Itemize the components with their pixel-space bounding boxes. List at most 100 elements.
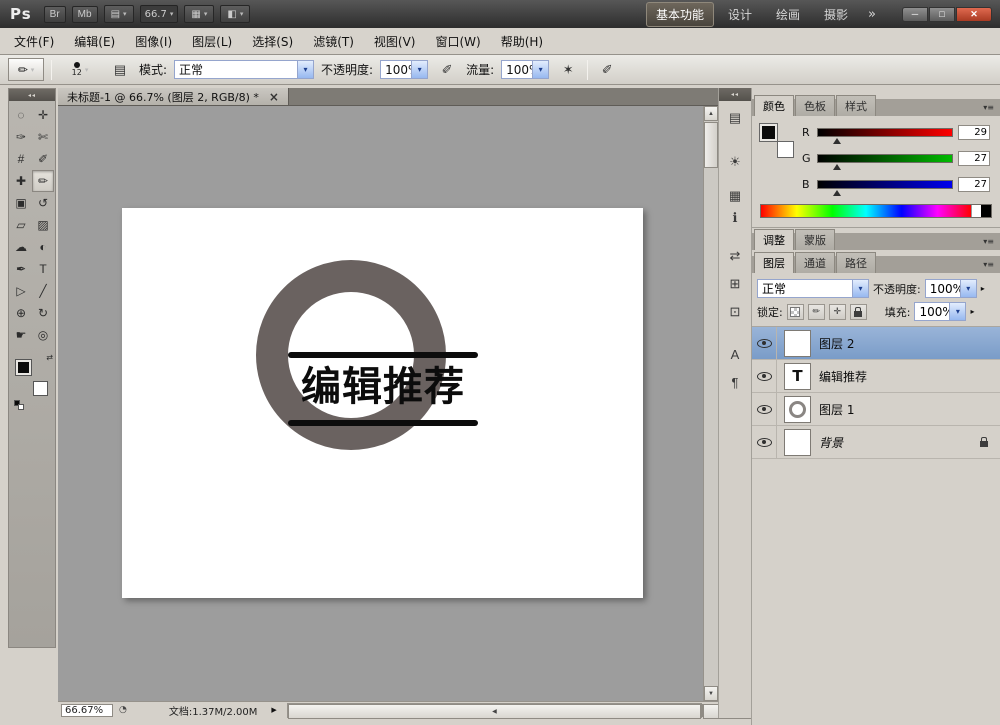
panel-menu-icon[interactable]: ▾≡ — [983, 103, 994, 112]
quick-selection-tool[interactable]: ✄ — [32, 126, 54, 148]
zoom-percentage-field[interactable]: 66.67% — [61, 704, 113, 717]
layer-row[interactable]: T 编辑推荐 — [752, 360, 1000, 393]
blend-mode-select[interactable]: 正常 ▾ — [757, 279, 869, 298]
chevron-down-icon[interactable]: ▾ — [852, 280, 868, 297]
move-tool[interactable]: ✛ — [32, 104, 54, 126]
workspace-painting[interactable]: 绘画 — [766, 2, 810, 27]
close-button[interactable]: ✕ — [956, 7, 992, 22]
tab-color[interactable]: 颜色 — [754, 95, 794, 116]
scroll-down-icon[interactable]: ▼ — [704, 686, 718, 701]
blur-tool[interactable]: ☁ — [10, 236, 32, 258]
menu-filter[interactable]: 滤镜(T) — [303, 28, 364, 55]
fill-select[interactable]: 100% ▾ — [914, 302, 966, 321]
rotate-3d-tool[interactable]: ⊕ — [10, 302, 32, 324]
ramp-white-swatch[interactable] — [971, 205, 981, 217]
layer-row[interactable]: 图层 1 — [752, 393, 1000, 426]
ramp-black-swatch[interactable] — [981, 205, 991, 217]
brush-panel-toggle[interactable]: ▤ — [108, 59, 132, 81]
tab-close-icon[interactable]: × — [269, 91, 279, 103]
pen-tool[interactable]: ✒ — [10, 258, 32, 280]
lock-transparent-pixels-button[interactable] — [787, 304, 804, 320]
document-tab[interactable]: 未标题-1 @ 66.7% (图层 2, RGB/8) * × — [58, 88, 289, 105]
color-spectrum-ramp[interactable] — [760, 204, 992, 218]
eraser-tool[interactable]: ▱ — [10, 214, 32, 236]
scrollbar-track[interactable] — [704, 168, 718, 686]
tab-channels[interactable]: 通道 — [795, 252, 835, 273]
layer-visibility-toggle[interactable] — [752, 426, 777, 458]
green-value-field[interactable]: 27 — [958, 151, 990, 166]
clone-stamp-tool[interactable]: ▣ — [10, 192, 32, 214]
vertical-scrollbar[interactable]: ▲ ▼ — [703, 106, 718, 701]
gradient-tool[interactable]: ▨ — [32, 214, 54, 236]
text-layer-thumbnail[interactable]: T — [784, 363, 811, 390]
tab-adjustments[interactable]: 调整 — [754, 229, 794, 250]
opacity-select[interactable]: 100% ▾ — [380, 60, 428, 79]
clone-source-panel-icon[interactable]: ⊡ — [722, 301, 748, 323]
chevron-down-icon[interactable]: ▾ — [949, 303, 965, 320]
blue-value-field[interactable]: 27 — [958, 177, 990, 192]
chevron-down-icon[interactable]: ▾ — [411, 61, 427, 78]
active-tool-button[interactable]: ✏ ▾ — [8, 58, 44, 81]
menu-view[interactable]: 视图(V) — [364, 28, 426, 55]
layer-visibility-toggle[interactable] — [752, 327, 777, 359]
layer-thumbnail[interactable] — [784, 429, 811, 456]
swap-colors-icon[interactable]: ⇄ — [46, 353, 53, 362]
path-selection-tool[interactable]: ▷ — [10, 280, 32, 302]
type-tool[interactable]: T — [32, 258, 54, 280]
tools-panel-collapse-button[interactable]: ◂◂ — [9, 89, 55, 101]
status-flyout-button[interactable]: ▶ — [271, 706, 276, 714]
eyedropper-tool[interactable]: ✐ — [32, 148, 54, 170]
tab-swatches[interactable]: 色板 — [795, 95, 835, 116]
red-value-field[interactable]: 29 — [958, 125, 990, 140]
mini-bridge-button[interactable]: Mb — [72, 6, 98, 23]
zoom-tool[interactable]: ◎ — [32, 324, 54, 346]
pressure-size-toggle-icon[interactable]: ✐ — [595, 59, 619, 81]
layer-thumbnail[interactable] — [784, 330, 811, 357]
brush-tool[interactable]: ✏ — [32, 170, 54, 192]
layer-visibility-toggle[interactable] — [752, 360, 777, 392]
panel-menu-icon[interactable]: ▾≡ — [983, 237, 994, 246]
spectrum-gradient[interactable] — [761, 205, 971, 217]
actions-panel-icon[interactable]: ⇄ — [722, 245, 748, 267]
blue-slider[interactable] — [817, 180, 953, 189]
bridge-button[interactable]: Br — [44, 6, 66, 23]
background-color-swatch[interactable] — [777, 141, 794, 158]
lock-image-pixels-button[interactable]: ✏ — [808, 304, 825, 320]
default-colors-icon[interactable] — [14, 400, 26, 410]
menu-help[interactable]: 帮助(H) — [491, 28, 553, 55]
rotate-view-tool[interactable]: ↻ — [32, 302, 54, 324]
expand-dock-button[interactable]: ◂◂ — [719, 88, 751, 101]
layer-opacity-select[interactable]: 100% ▾ — [925, 279, 977, 298]
workspace-design[interactable]: 设计 — [718, 2, 762, 27]
menu-file[interactable]: 文件(F) — [4, 28, 64, 55]
minimize-button[interactable]: ─ — [902, 7, 928, 22]
zoom-level-control[interactable]: 66.7 ▾ — [140, 5, 179, 23]
lasso-tool[interactable]: ✑ — [10, 126, 32, 148]
foreground-color-swatch[interactable] — [16, 360, 31, 375]
view-extras-button[interactable]: ▤ ▾ — [104, 5, 134, 23]
menu-window[interactable]: 窗口(W) — [425, 28, 490, 55]
lock-all-button[interactable] — [850, 304, 867, 320]
paragraph-panel-icon[interactable]: ¶ — [722, 371, 748, 393]
info-panel-icon[interactable]: ℹ — [722, 207, 748, 229]
screen-mode-button[interactable]: ◧ ▾ — [220, 5, 250, 23]
background-color-swatch[interactable] — [33, 381, 48, 396]
foreground-color-swatch[interactable] — [760, 124, 777, 141]
healing-brush-tool[interactable]: ✚ — [10, 170, 32, 192]
document-canvas[interactable]: 编辑推荐 — [122, 208, 643, 598]
layer-thumbnail[interactable] — [784, 396, 811, 423]
layer-row[interactable]: 图层 2 — [752, 327, 1000, 360]
marquee-tool[interactable]: ◌ — [10, 104, 32, 126]
chevron-down-icon[interactable]: ▾ — [297, 61, 313, 78]
layer-row[interactable]: 背景 — [752, 426, 1000, 459]
history-panel-icon[interactable]: ▤ — [722, 107, 748, 129]
crop-tool[interactable]: # — [10, 148, 32, 170]
scroll-up-icon[interactable]: ▲ — [704, 106, 718, 121]
arrange-documents-button[interactable]: ▦ ▾ — [184, 5, 214, 23]
airbrush-toggle-icon[interactable]: ✶ — [556, 59, 580, 81]
tab-paths[interactable]: 路径 — [836, 252, 876, 273]
opacity-slider-arrow-icon[interactable]: ▸ — [981, 284, 985, 293]
workspace-photography[interactable]: 摄影 — [814, 2, 858, 27]
chevron-down-icon[interactable]: ▾ — [532, 61, 548, 78]
flow-select[interactable]: 100% ▾ — [501, 60, 549, 79]
